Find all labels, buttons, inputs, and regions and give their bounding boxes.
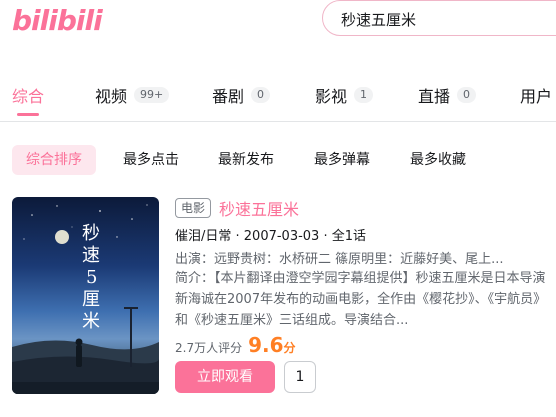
svg-text:秒: 秒	[82, 223, 100, 244]
tab-count-badge: 1	[354, 87, 374, 103]
rating-score: 9.6	[248, 333, 284, 357]
bilibili-logo[interactable]: bilibili	[12, 6, 103, 36]
sort-most-danmaku-button[interactable]: 最多弹幕	[314, 145, 370, 175]
active-tab-indicator	[17, 113, 39, 116]
result-cast: 出演：远野贵树：水桥研二 篠原明里：近藤好美、尾上...	[175, 252, 504, 267]
episode-1-button[interactable]: 1	[284, 361, 316, 393]
rating-score-unit: 分	[283, 341, 296, 355]
poster-artwork: 秒 速 5 厘 米	[12, 204, 159, 394]
media-type-tag: 电影	[175, 198, 212, 218]
tab-count-badge: 0	[251, 87, 271, 103]
tab-count-badge: 99+	[134, 87, 170, 103]
tab-bangumi[interactable]: 番剧 0	[212, 80, 271, 110]
svg-text:米: 米	[82, 311, 100, 332]
tab-label: 视频	[95, 87, 128, 106]
tab-video[interactable]: 视频 99+	[95, 80, 170, 110]
tab-label: 番剧	[212, 87, 245, 106]
svg-text:5: 5	[86, 267, 97, 288]
tab-live[interactable]: 直播 0	[418, 80, 477, 110]
rating-count: 2.7万人评分	[175, 341, 243, 355]
tab-label: 用户	[520, 87, 553, 106]
rating-row: 2.7万人评分 9.6分	[175, 333, 296, 357]
sort-most-clicks-button[interactable]: 最多点击	[123, 145, 179, 175]
tab-count-badge: 0	[457, 87, 477, 103]
watch-now-button[interactable]: 立即观看	[175, 361, 275, 393]
tab-label: 综合	[12, 87, 45, 106]
sort-most-favorites-button[interactable]: 最多收藏	[410, 145, 466, 175]
search-input[interactable]: 秒速五厘米	[322, 0, 556, 36]
result-title[interactable]: 秒速五厘米	[219, 196, 299, 220]
sort-comprehensive-button[interactable]: 综合排序	[12, 145, 96, 175]
tabs-divider	[0, 121, 556, 122]
tab-label: 影视	[315, 87, 348, 106]
tab-all[interactable]: 综合	[12, 80, 44, 110]
tab-user[interactable]: 用户	[520, 80, 552, 110]
movie-poster[interactable]: 秒 速 5 厘 米	[12, 197, 159, 394]
search-query-text: 秒速五厘米	[341, 11, 417, 29]
svg-text:厘: 厘	[82, 289, 100, 310]
result-description: 简介：【本片翻译由澄空学园字幕组提供】秒速五厘米是日本导演新海诚在2007年发布…	[175, 271, 547, 328]
sort-newest-button[interactable]: 最新发布	[218, 145, 274, 175]
search-tabs: 综合 视频 99+ 番剧 0 影视 1 直播 0 用户	[0, 80, 556, 120]
result-meta: 催泪/日常 · 2007-03-03 · 全1话	[175, 229, 366, 244]
tab-movie-tv[interactable]: 影视 1	[315, 80, 374, 110]
tab-label: 直播	[418, 87, 451, 106]
svg-text:速: 速	[82, 245, 100, 266]
